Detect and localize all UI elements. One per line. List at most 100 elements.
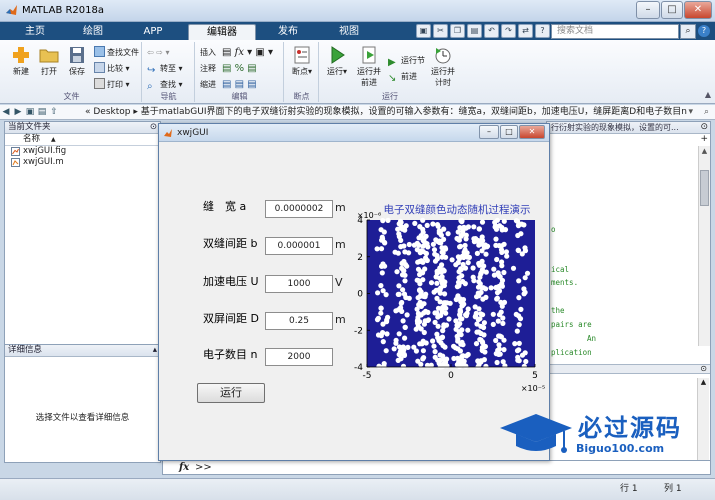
tab-publish[interactable]: 发布 xyxy=(258,24,318,40)
tab-apps[interactable]: APP xyxy=(124,24,182,40)
data-point xyxy=(395,250,401,256)
data-point xyxy=(516,295,522,301)
data-point xyxy=(502,363,508,369)
slit-width-input[interactable]: 0.0000002 xyxy=(265,200,333,218)
data-point xyxy=(442,279,448,285)
compare-button[interactable]: 比较 ▾ xyxy=(94,62,130,76)
minimize-button[interactable]: – xyxy=(636,1,660,19)
folder-up-icon[interactable]: ▣ xyxy=(24,105,36,119)
data-point xyxy=(411,242,417,248)
fx-insert-icon[interactable]: ▤ fx ▾ ▣ ▾ xyxy=(222,46,273,60)
name-column-header[interactable]: 名称 ▲ xyxy=(5,134,160,146)
data-point xyxy=(499,263,505,269)
interference-chart: 电子双缝颜色动态随机过程演示-5 0 5-4-2024×10⁻⁶×10⁻⁵ xyxy=(354,203,545,393)
indent-icons[interactable]: ▤ ▤ ▤ xyxy=(222,78,257,92)
search-icon[interactable]: ⌕ xyxy=(680,24,696,39)
find-files-button[interactable]: 查找文件 xyxy=(94,46,139,60)
data-point xyxy=(378,283,384,289)
run-and-advance-button[interactable]: 运行并 前进 xyxy=(352,46,386,88)
panel-splitter[interactable]: ⊙ xyxy=(547,364,710,374)
navigate-group: ⇦ ⇨ ▾ ↪ 转至 ▾ ⌕ 查找 ▾ 导航 xyxy=(143,42,195,102)
figure-maximize-button[interactable]: □ xyxy=(500,125,518,139)
find-button[interactable]: ⌕ 查找 ▾ xyxy=(147,78,183,92)
save-button[interactable]: 保存 xyxy=(60,46,94,77)
advance-button[interactable]: ↘ 前进 xyxy=(388,70,417,84)
tab-view[interactable]: 视图 xyxy=(320,24,378,40)
screen-distance-input[interactable]: 0.25 xyxy=(265,312,333,330)
data-point xyxy=(439,334,446,340)
folder-up-arrow-icon[interactable]: ⇧ xyxy=(48,105,60,119)
figure-close-button[interactable]: ✕ xyxy=(519,125,545,139)
collapse-ribbon-icon[interactable]: ▲ xyxy=(705,90,711,99)
qa-cut-icon[interactable]: ✂ xyxy=(433,24,448,38)
print-button[interactable]: 打印 ▾ xyxy=(94,78,130,92)
figure-minimize-button[interactable]: – xyxy=(479,125,499,139)
back-icon[interactable]: ◀ xyxy=(0,105,12,119)
data-point xyxy=(434,280,440,286)
qa-help-icon[interactable]: ? xyxy=(535,24,550,38)
panel-menu-icon[interactable]: ⊙ xyxy=(150,122,157,133)
data-point xyxy=(435,305,442,311)
code-line: An xyxy=(587,334,597,343)
tab-plots[interactable]: 绘图 xyxy=(64,24,122,40)
run-and-time-button[interactable]: 运行并 计时 xyxy=(426,46,460,88)
close-button[interactable]: ✕ xyxy=(684,1,712,19)
data-point xyxy=(420,217,426,223)
search-documentation-input[interactable]: 搜索文档 xyxy=(551,24,679,39)
file-item[interactable]: xwjGUI.fig xyxy=(5,146,160,157)
current-path[interactable]: « Desktop ▸ 基于matlabGUI界面下的电子双缝衍射实验的现象模拟… xyxy=(85,105,687,119)
data-point xyxy=(445,231,451,237)
panel-menu-icon[interactable]: ⊙ xyxy=(700,364,707,373)
file-item[interactable]: xwjGUI.m xyxy=(5,157,160,168)
qa-save-icon[interactable]: ▣ xyxy=(416,24,431,38)
comment-button[interactable]: 注释 xyxy=(200,62,216,76)
scroll-up-icon[interactable]: ▲ xyxy=(699,146,710,157)
slit-spacing-input[interactable]: 0.000001 xyxy=(265,237,333,255)
scroll-thumb[interactable] xyxy=(700,170,709,206)
goto-button[interactable]: ↪ 转至 ▾ xyxy=(147,62,183,76)
qa-redo-icon[interactable]: ↷ xyxy=(501,24,516,38)
data-point xyxy=(473,341,480,347)
fx-icon[interactable]: fx xyxy=(179,461,189,474)
forward-icon[interactable]: ▶ xyxy=(12,105,24,119)
editor-add-icon[interactable]: + xyxy=(700,134,708,144)
editor-tab-title[interactable]: 行衍射实验的现象模拟，设置的可... xyxy=(547,122,710,134)
tab-editor[interactable]: 编辑器 xyxy=(188,24,256,40)
insert-button[interactable]: 插入 xyxy=(200,46,216,60)
tab-home[interactable]: 主页 xyxy=(8,24,62,40)
path-search-icon[interactable]: ⌕ xyxy=(704,105,709,119)
comment-percent-icon[interactable]: ▤ % ▤ xyxy=(222,62,257,76)
run-section-button[interactable]: ▶ 运行节 xyxy=(388,54,425,68)
editor-menu-icon[interactable]: ⊙ xyxy=(700,122,708,132)
data-point xyxy=(456,331,463,337)
path-dropdown-icon[interactable]: ▾ xyxy=(688,105,693,119)
data-point xyxy=(501,218,507,224)
data-point xyxy=(501,269,507,276)
data-point xyxy=(475,237,481,244)
nav-arrows[interactable]: ⇦ ⇨ ▾ xyxy=(147,46,170,60)
qa-undo-icon[interactable]: ↶ xyxy=(484,24,499,38)
qa-paste-icon[interactable]: ▤ xyxy=(467,24,482,38)
maximize-button[interactable]: □ xyxy=(661,1,683,19)
run-button[interactable]: 运行▾ xyxy=(320,46,354,77)
breakpoints-button[interactable]: 断点▾ xyxy=(285,46,319,77)
qa-copy-icon[interactable]: ❐ xyxy=(450,24,465,38)
data-point xyxy=(498,334,504,340)
gui-run-button[interactable]: 运行 xyxy=(197,383,265,403)
data-point xyxy=(516,322,522,328)
indent-button[interactable]: 缩进 xyxy=(200,78,216,92)
details-toggle-icon[interactable]: ▴ xyxy=(153,345,157,356)
editor-vertical-scrollbar[interactable]: ▲ xyxy=(698,146,710,346)
code-line: ical xyxy=(551,265,570,274)
code-line: o xyxy=(551,225,556,234)
qa-switch-icon[interactable]: ⇄ xyxy=(518,24,533,38)
code-line: pairs are xyxy=(551,320,592,329)
browse-folder-icon[interactable]: ▤ xyxy=(36,105,48,119)
help-icon[interactable]: ? xyxy=(698,25,710,37)
voltage-input[interactable]: 1000 xyxy=(265,275,333,293)
code-line: ments. xyxy=(551,278,579,287)
electron-count-input[interactable]: 2000 xyxy=(265,348,333,366)
data-point xyxy=(381,229,387,235)
console-scroll-up-icon[interactable]: ▲ xyxy=(698,378,709,386)
data-point xyxy=(457,296,464,302)
